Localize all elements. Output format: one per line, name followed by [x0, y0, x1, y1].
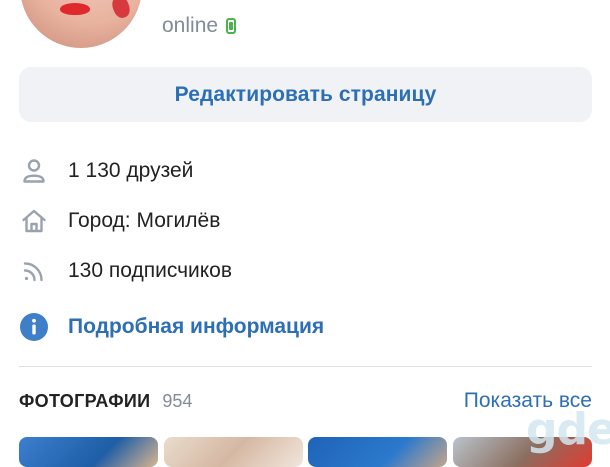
detailed-info-label: Подробная информация — [68, 315, 325, 338]
photos-title: ФОТОГРАФИИ — [19, 390, 151, 411]
friends-row[interactable]: 1 130 друзей — [18, 154, 578, 188]
info-icon — [18, 311, 50, 343]
avatar[interactable] — [20, 0, 142, 48]
rss-icon — [18, 255, 50, 287]
detailed-info-link[interactable]: Подробная информация — [18, 310, 578, 344]
city-row: Город: Могилёв — [18, 204, 578, 238]
photo-thumbnail[interactable] — [308, 437, 447, 467]
online-status-label: online — [162, 14, 219, 37]
mobile-phone-icon — [226, 18, 237, 34]
photo-thumbnail[interactable] — [164, 437, 303, 467]
house-icon — [18, 205, 50, 237]
photo-thumbnail[interactable] — [19, 437, 158, 467]
edit-page-button-label: Редактировать страницу — [174, 82, 437, 106]
online-status: online — [162, 13, 237, 39]
subscribers-count: 130 подписчиков — [68, 259, 233, 282]
friends-count: 1 130 друзей — [68, 159, 194, 182]
watermark-logo: gde — [526, 404, 610, 455]
avatar-lips — [60, 3, 90, 15]
city-label: Город: Могилёв — [68, 209, 221, 232]
subscribers-row[interactable]: 130 подписчиков — [18, 254, 578, 288]
divider — [19, 366, 592, 367]
avatar-fingernail — [109, 0, 133, 21]
edit-page-button[interactable]: Редактировать страницу — [19, 67, 592, 122]
person-icon — [18, 155, 50, 187]
photos-header: ФОТОГРАФИИ 954 Показать все — [19, 386, 592, 416]
photos-count: 954 — [162, 390, 193, 411]
